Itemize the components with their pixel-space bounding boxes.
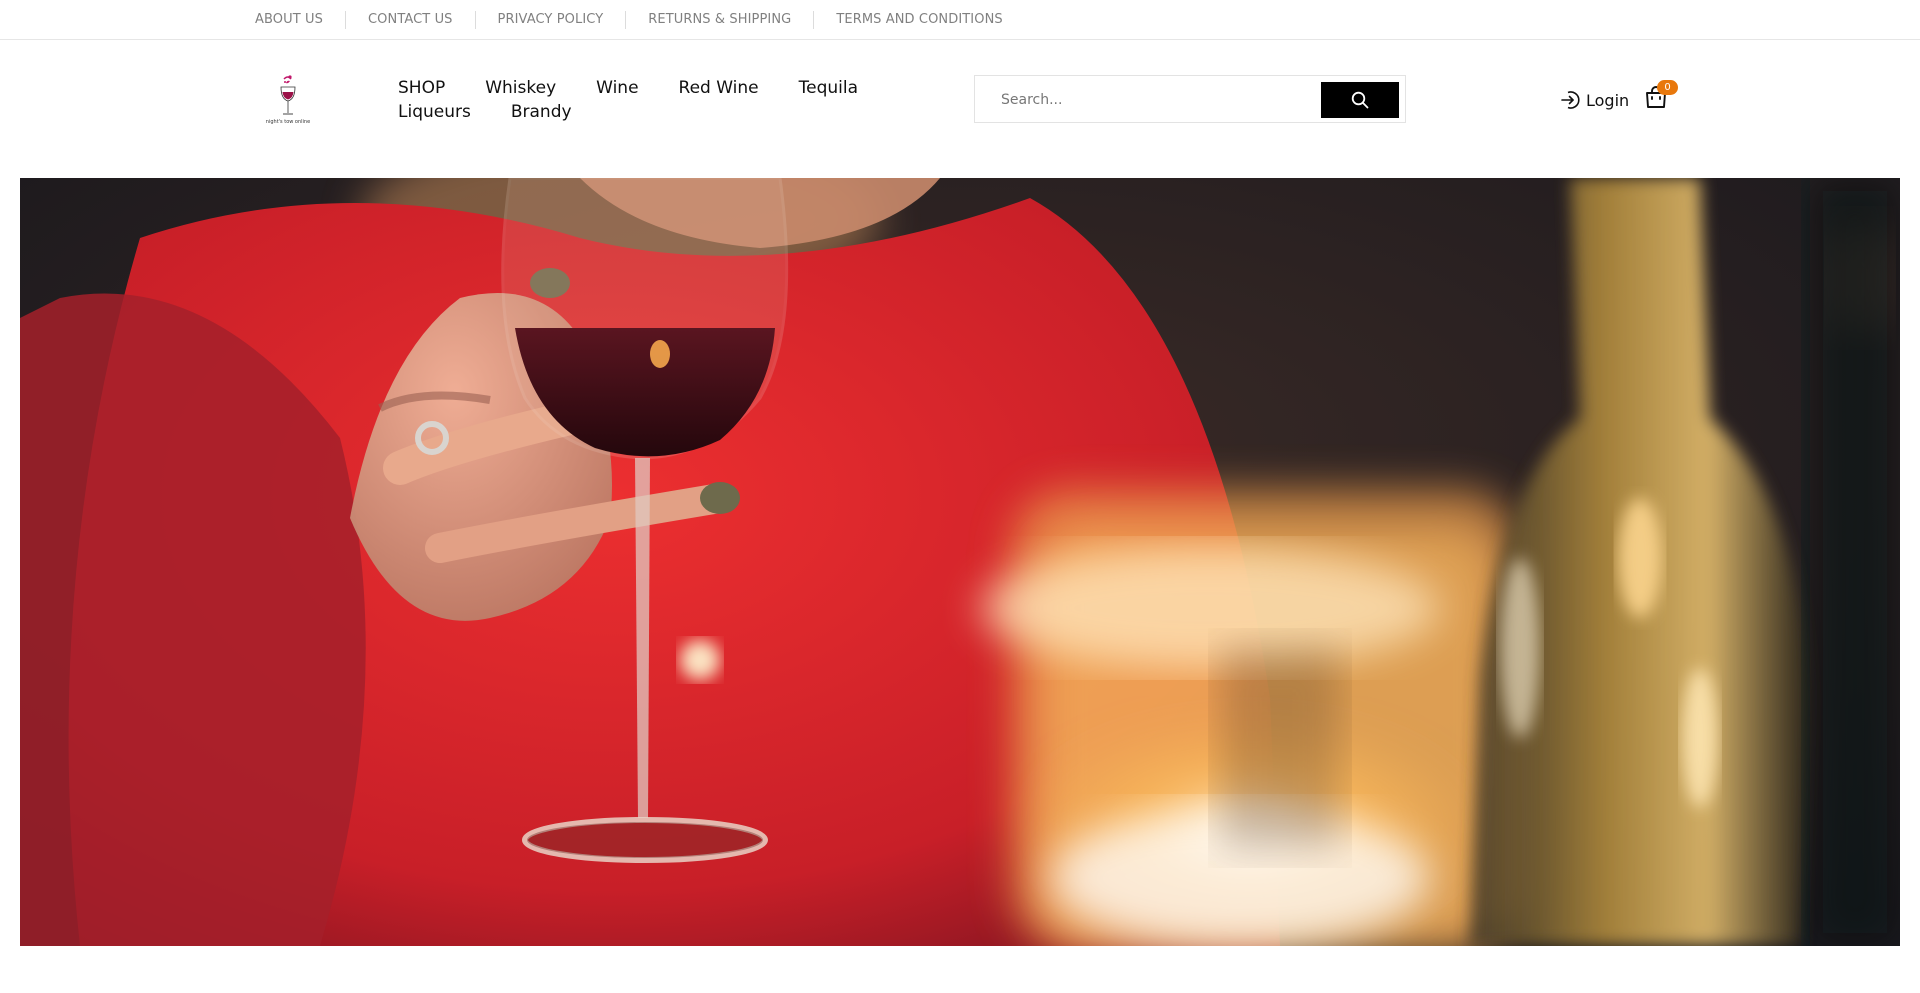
top-utility-bar: ABOUT US CONTACT US PRIVACY POLICY RETUR… [0, 0, 1920, 40]
login-label: Login [1586, 90, 1630, 110]
hero-image [20, 178, 1900, 946]
nav-row-1: SHOP Whiskey Wine Red Wine Tequila [398, 76, 868, 100]
site-header: night's tow online SHOP Whiskey Wine Red… [0, 40, 1920, 178]
search-input[interactable] [1001, 88, 1301, 112]
terms-conditions-link[interactable]: TERMS AND CONDITIONS [813, 11, 1024, 29]
nav-item-red-wine[interactable]: Red Wine [679, 78, 759, 98]
nav-item-brandy[interactable]: Brandy [511, 102, 572, 122]
privacy-policy-link[interactable]: PRIVACY POLICY [474, 11, 626, 29]
search-bar [974, 75, 1406, 123]
site-logo[interactable]: night's tow online [264, 73, 312, 129]
contact-us-link[interactable]: CONTACT US [344, 11, 475, 29]
nav-row-2: Liqueurs Brandy [398, 100, 868, 124]
login-button[interactable]: Login [1560, 88, 1629, 112]
nav-item-shop[interactable]: SHOP [398, 78, 445, 98]
wine-glass-splash-logo-icon [280, 75, 296, 115]
nav-item-wine[interactable]: Wine [596, 78, 638, 98]
hero-banner[interactable] [20, 178, 1900, 946]
nav-item-tequila[interactable]: Tequila [799, 78, 858, 98]
nav-item-whiskey[interactable]: Whiskey [485, 78, 556, 98]
nav-item-liqueurs[interactable]: Liqueurs [398, 102, 471, 122]
logo-text: night's tow online [265, 119, 311, 125]
utility-links: ABOUT US CONTACT US PRIVACY POLICY RETUR… [255, 0, 1025, 40]
about-us-link[interactable]: ABOUT US [255, 11, 345, 29]
cart-count-badge: 0 [1657, 80, 1678, 95]
main-navigation: SHOP Whiskey Wine Red Wine Tequila Lique… [398, 76, 868, 124]
search-icon [1351, 91, 1369, 109]
search-button[interactable] [1321, 82, 1399, 118]
returns-shipping-link[interactable]: RETURNS & SHIPPING [625, 11, 813, 29]
login-icon [1561, 91, 1580, 109]
